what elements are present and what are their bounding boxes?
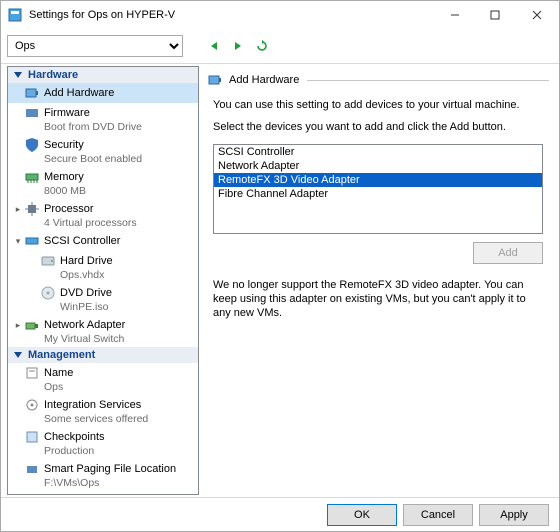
collapse-icon: [12, 70, 24, 82]
sidebar-item-hard-drive[interactable]: Hard Drive Ops.vhdx: [8, 251, 198, 283]
sidebar-item-label: Security: [44, 139, 84, 151]
sidebar-item-label: DVD Drive: [60, 287, 112, 299]
settings-window: Settings for Ops on HYPER-V Ops Hardware: [0, 0, 560, 532]
add-hardware-icon: [24, 85, 40, 101]
minimize-button[interactable]: [435, 1, 475, 29]
sidebar-item-memory[interactable]: Memory 8000 MB: [8, 167, 198, 199]
hard-drive-icon: [40, 253, 56, 269]
list-item[interactable]: SCSI Controller: [214, 145, 542, 159]
sidebar-item-label: Smart Paging File Location: [44, 463, 176, 475]
ok-button[interactable]: OK: [327, 504, 397, 526]
dialog-footer: OK Cancel Apply: [1, 497, 559, 531]
collapse-icon: [12, 350, 24, 362]
shield-icon: [24, 137, 40, 153]
hardware-section-header: Hardware: [8, 67, 198, 83]
maximize-button[interactable]: [475, 1, 515, 29]
sidebar-item-label: Hard Drive: [60, 255, 113, 267]
hardware-listbox[interactable]: SCSI Controller Network Adapter RemoteFX…: [213, 144, 543, 234]
collapse-icon[interactable]: ▾: [12, 235, 24, 247]
window-buttons: [435, 1, 559, 29]
sidebar-item-name[interactable]: Name Ops: [8, 363, 198, 395]
network-icon: [24, 317, 40, 333]
management-section-header: Management: [8, 347, 198, 363]
integration-icon: [24, 397, 40, 413]
dvd-icon: [40, 285, 56, 301]
titlebar: Settings for Ops on HYPER-V: [1, 1, 559, 29]
add-button[interactable]: Add: [473, 242, 543, 264]
divider: [307, 80, 549, 81]
body: Hardware Add Hardware Firmware Boot from…: [1, 63, 559, 497]
sidebar-item-scsi-controller[interactable]: ▾ SCSI Controller: [8, 231, 198, 251]
checkpoints-icon: [24, 429, 40, 445]
vm-selector[interactable]: Ops: [7, 35, 183, 57]
management-header-label: Management: [28, 349, 95, 361]
app-icon: [7, 7, 23, 23]
sidebar-item-sub: Some services offered: [8, 413, 198, 425]
list-item[interactable]: Network Adapter: [214, 159, 542, 173]
expand-icon[interactable]: ▸: [12, 319, 24, 331]
sidebar-item-label: Memory: [44, 171, 84, 183]
list-item-selected[interactable]: RemoteFX 3D Video Adapter: [214, 173, 542, 187]
firmware-icon: [24, 105, 40, 121]
sidebar-item-add-hardware[interactable]: Add Hardware: [8, 83, 198, 103]
hardware-header-label: Hardware: [28, 69, 78, 81]
sidebar-item-auto-start[interactable]: Automatic Start Action Restart if previo…: [8, 491, 198, 495]
sidebar-item-security[interactable]: Security Secure Boot enabled: [8, 135, 198, 167]
scsi-icon: [24, 233, 40, 249]
sidebar-item-label: Add Hardware: [44, 87, 114, 99]
panel-header: Add Hardware: [207, 72, 549, 88]
paging-icon: [24, 461, 40, 477]
add-button-row: Add: [207, 240, 549, 272]
sidebar-item-network-adapter[interactable]: ▸ Network Adapter My Virtual Switch: [8, 315, 198, 347]
cancel-button[interactable]: Cancel: [403, 504, 473, 526]
auto-start-icon: [24, 493, 40, 495]
sidebar-item-sub: Boot from DVD Drive: [8, 121, 198, 133]
panel-desc-2: Select the devices you want to add and c…: [213, 120, 549, 134]
sidebar-item-processor[interactable]: ▸ Processor 4 Virtual processors: [8, 199, 198, 231]
sidebar-item-sub: Production: [8, 445, 198, 457]
sidebar-item-label: Processor: [44, 203, 94, 215]
sidebar-item-label: Integration Services: [44, 399, 141, 411]
close-button[interactable]: [515, 1, 559, 29]
settings-sidebar[interactable]: Hardware Add Hardware Firmware Boot from…: [7, 66, 199, 495]
sidebar-item-sub: My Virtual Switch: [8, 333, 198, 345]
toolbar: Ops: [1, 29, 559, 63]
processor-icon: [24, 201, 40, 217]
media-prev-icon[interactable]: [205, 37, 223, 55]
panel-note: We no longer support the RemoteFX 3D vid…: [213, 278, 543, 320]
sidebar-item-dvd-drive[interactable]: DVD Drive WinPE.iso: [8, 283, 198, 315]
memory-icon: [24, 169, 40, 185]
sidebar-item-label: Checkpoints: [44, 431, 105, 443]
sidebar-item-sub: Secure Boot enabled: [8, 153, 198, 165]
sidebar-item-label: Name: [44, 367, 73, 379]
sidebar-item-checkpoints[interactable]: Checkpoints Production: [8, 427, 198, 459]
sidebar-item-sub: Ops: [8, 381, 198, 393]
window-title: Settings for Ops on HYPER-V: [29, 9, 435, 21]
name-icon: [24, 365, 40, 381]
sidebar-item-sub: WinPE.iso: [8, 301, 198, 313]
panel-title: Add Hardware: [229, 74, 299, 86]
apply-button[interactable]: Apply: [479, 504, 549, 526]
sidebar-item-firmware[interactable]: Firmware Boot from DVD Drive: [8, 103, 198, 135]
sidebar-item-label: Network Adapter: [44, 319, 125, 331]
sidebar-item-sub: 8000 MB: [8, 185, 198, 197]
sidebar-item-sub: Ops.vhdx: [8, 269, 198, 281]
sidebar-item-integration-services[interactable]: Integration Services Some services offer…: [8, 395, 198, 427]
sidebar-item-sub: 4 Virtual processors: [8, 217, 198, 229]
content-panel: Add Hardware You can use this setting to…: [201, 64, 559, 497]
media-next-icon[interactable]: [229, 37, 247, 55]
sidebar-item-sub: F:\VMs\Ops: [8, 477, 198, 489]
panel-desc-1: You can use this setting to add devices …: [213, 98, 549, 112]
add-hardware-icon: [207, 72, 223, 88]
expand-icon[interactable]: ▸: [12, 203, 24, 215]
sidebar-item-smart-paging[interactable]: Smart Paging File Location F:\VMs\Ops: [8, 459, 198, 491]
list-item[interactable]: Fibre Channel Adapter: [214, 187, 542, 201]
media-refresh-icon[interactable]: [253, 37, 271, 55]
sidebar-item-label: SCSI Controller: [44, 235, 120, 247]
sidebar-item-label: Firmware: [44, 107, 90, 119]
